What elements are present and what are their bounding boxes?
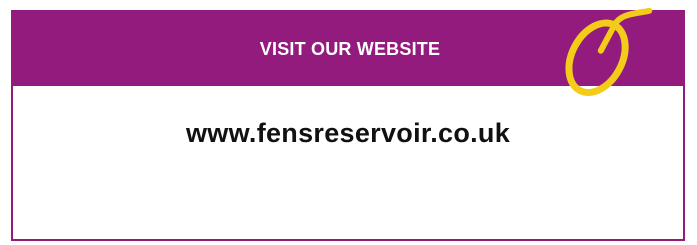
banner-title: VISIT OUR WEBSITE [259, 38, 441, 59]
computer-mouse-icon [565, 7, 653, 96]
website-link[interactable]: www.fensreservoir.co.uk [13, 118, 683, 149]
